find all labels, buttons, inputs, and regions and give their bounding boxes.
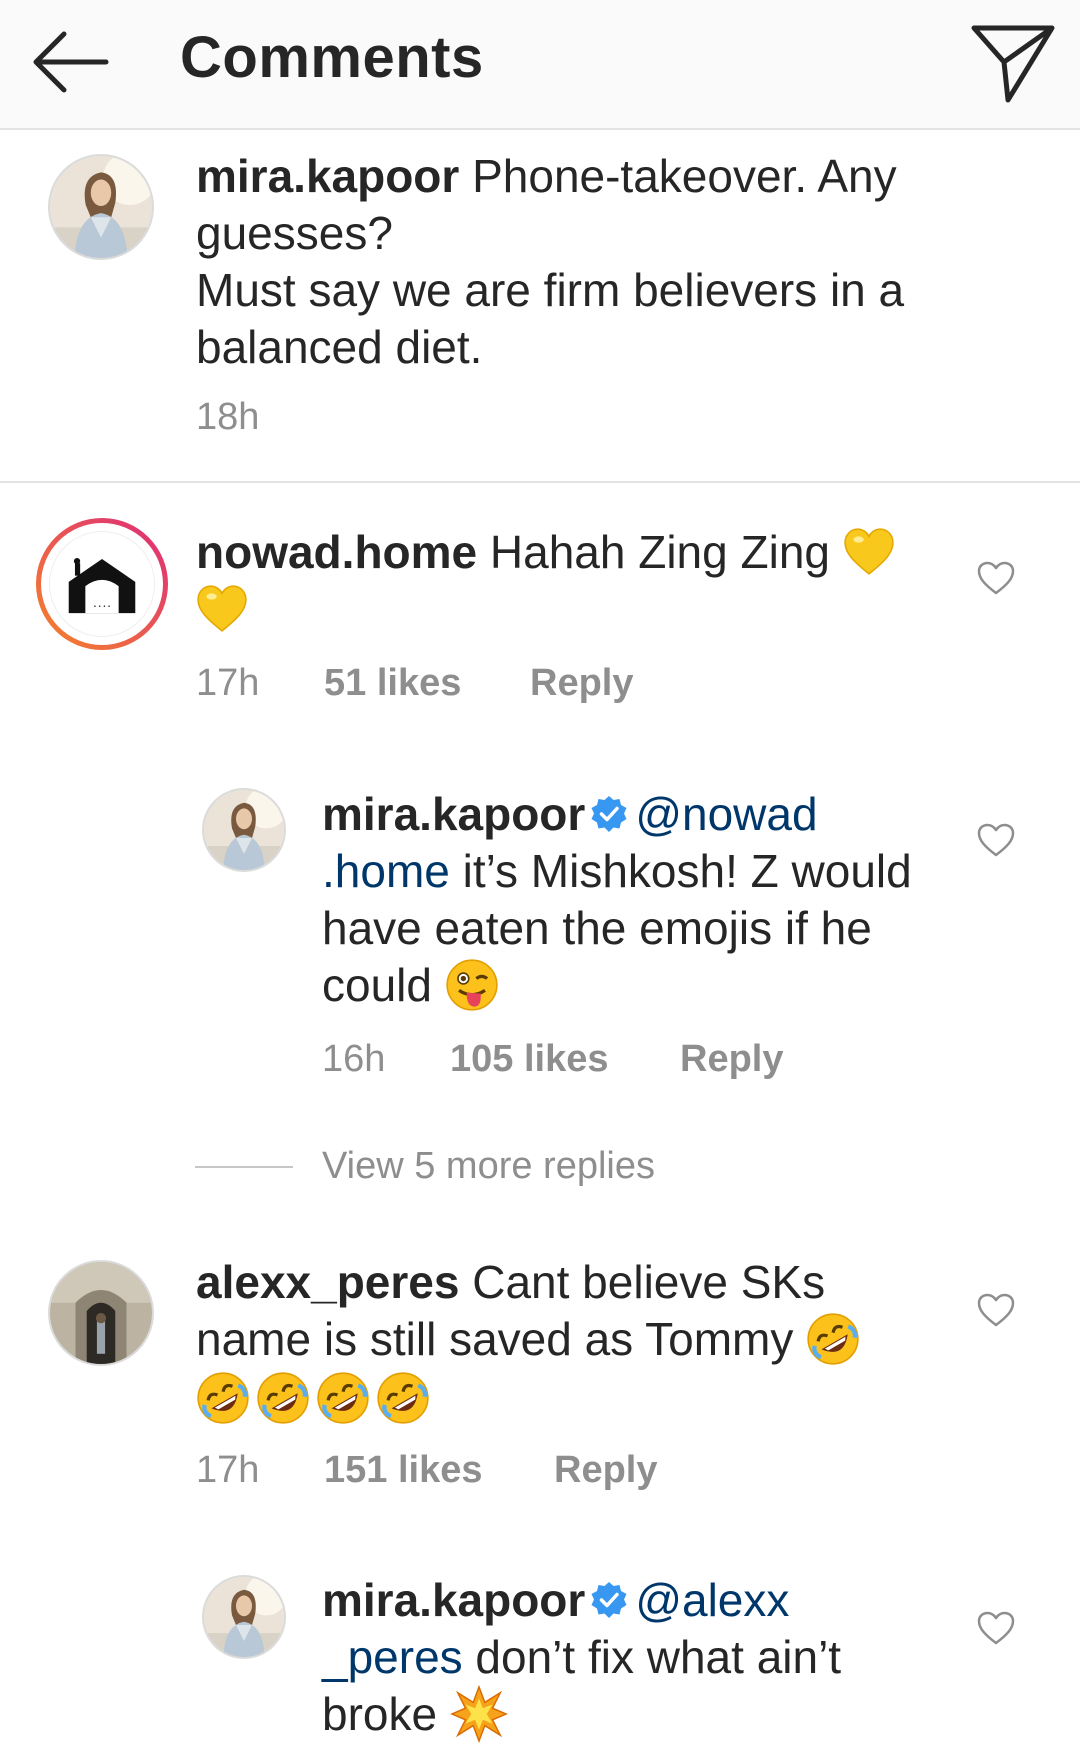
comment-time: 17h <box>196 662 260 704</box>
reply-text: mira.kapoor @nowad .home it’s Mishkosh! Z… <box>322 786 942 1016</box>
reply-username[interactable]: mira.kapoor <box>322 1574 585 1626</box>
yellow-heart-icon <box>196 585 248 633</box>
reply-username[interactable]: mira.kapoor <box>322 788 585 840</box>
paper-plane-icon <box>971 25 1055 103</box>
rolling-laughing-face-icon <box>256 1371 310 1425</box>
winking-tongue-face-icon <box>445 958 499 1012</box>
top-app-bar: Comments <box>0 0 1080 130</box>
caption-divider <box>0 481 1080 483</box>
comment-text: nowad.home Hahah Zing Zing <box>196 524 916 638</box>
heart-outline-icon <box>976 1610 1016 1646</box>
verified-badge-icon <box>589 1580 629 1620</box>
page-title: Comments <box>180 25 484 90</box>
heart-outline-icon <box>976 822 1016 858</box>
likes-count[interactable]: 105 likes <box>450 1038 608 1081</box>
rolling-laughing-face-icon <box>196 1371 250 1425</box>
heart-outline-icon <box>976 560 1016 596</box>
caption-body-line2: Must say we are firm believers in a bala… <box>196 264 905 373</box>
reply-button[interactable]: Reply <box>530 662 633 705</box>
house-logo-icon: • • • • <box>68 558 136 614</box>
share-button[interactable] <box>968 18 1058 108</box>
view-more-divider <box>195 1166 293 1168</box>
avatar[interactable] <box>48 154 154 260</box>
rolling-laughing-face-icon <box>316 1371 370 1425</box>
caption-text: mira.kapoor Phone-takeover. Any guesses?… <box>196 148 956 376</box>
likes-count[interactable]: 151 likes <box>324 1449 482 1492</box>
reply-time: 16h <box>322 1038 386 1080</box>
view-more-replies-button[interactable]: View 5 more replies <box>322 1145 655 1188</box>
rolling-laughing-face-icon <box>376 1371 430 1425</box>
heart-outline-icon <box>976 1292 1016 1328</box>
comment-body: Hahah Zing Zing <box>477 526 843 578</box>
caption-time: 18h <box>196 396 260 438</box>
comment-text: alexx_peres Cant believe SKs name is sti… <box>196 1254 916 1429</box>
arrow-left-icon <box>33 31 109 93</box>
reply-button[interactable]: Reply <box>680 1038 783 1081</box>
likes-count[interactable]: 51 likes <box>324 662 461 705</box>
avatar-image-archway <box>50 1262 152 1364</box>
reply-text: mira.kapoor @alexx _peres don’t fix what … <box>322 1572 942 1747</box>
like-button[interactable] <box>976 822 1016 858</box>
story-ring-avatar[interactable]: • • • • <box>36 518 168 650</box>
avatar[interactable] <box>202 788 286 872</box>
like-button[interactable] <box>976 560 1016 596</box>
collision-icon <box>450 1685 508 1743</box>
reply-button[interactable]: Reply <box>554 1449 657 1492</box>
comment-time: 17h <box>196 1449 260 1491</box>
comment-username[interactable]: alexx_peres <box>196 1256 459 1308</box>
avatar[interactable] <box>48 1260 154 1366</box>
rolling-laughing-face-icon <box>806 1312 860 1366</box>
comment-username[interactable]: nowad.home <box>196 526 477 578</box>
yellow-heart-icon <box>843 528 895 576</box>
like-button[interactable] <box>976 1610 1016 1646</box>
back-button[interactable] <box>28 22 118 102</box>
like-button[interactable] <box>976 1292 1016 1328</box>
avatar[interactable] <box>202 1575 286 1659</box>
caption-username[interactable]: mira.kapoor <box>196 150 459 202</box>
verified-badge-icon <box>589 794 629 834</box>
svg-text:• • • •: • • • • <box>93 604 110 610</box>
